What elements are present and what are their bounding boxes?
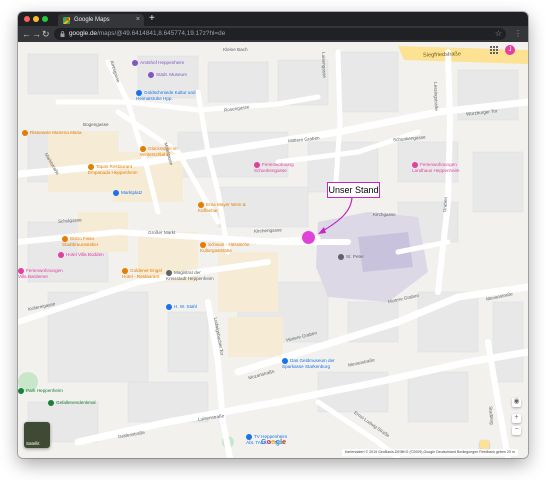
satellite-toggle-button[interactable]: Satellit [24, 422, 50, 448]
poi-marker[interactable]: Glücksspiel im Winterschlaf in [140, 146, 194, 158]
poi-marker[interactable]: St. Peter [338, 254, 364, 260]
zoom-in-button[interactable]: + [512, 414, 521, 423]
poi-marker[interactable]: Städt. Museum [148, 72, 187, 78]
poi-marker[interactable]: Ferienwohnungen Landhaus Heppenheim [412, 162, 472, 174]
stand-location-marker [302, 231, 315, 244]
poi-marker[interactable]: Marktplatz [113, 190, 142, 196]
poi-marker[interactable]: Schwan - Hessische Kulturgaststätte [200, 242, 260, 254]
poi-marker[interactable]: Amtshof Heppenheim [132, 60, 184, 66]
close-window-button[interactable] [24, 16, 30, 22]
street-label: Großer Markt [148, 230, 176, 235]
reload-button[interactable]: ↻ [42, 28, 50, 40]
poi-marker[interactable]: Goldschmiede Kultur und Heimatstube Hpp. [136, 90, 196, 102]
poi-marker[interactable]: Ristorante Mamma Maria [22, 130, 82, 136]
maps-favicon-icon [63, 16, 70, 24]
url-host: google.de [69, 30, 98, 37]
map-viewport[interactable]: Siegfriedstraße Kleine Bach Amtsgasse Ro… [18, 42, 528, 458]
poi-marker[interactable]: Hotel Villa Bodden [58, 252, 104, 258]
url-text: google.de/maps/@49.6414841,8.645774,19.1… [69, 28, 225, 40]
poi-marker[interactable]: Tapas Restaurant Empanada Heppenheim [88, 164, 148, 176]
tab-title: Google Maps [74, 17, 110, 23]
forward-button[interactable]: → [32, 28, 41, 40]
browser-window: Google Maps × + ← → ↻ google.de/maps/@49… [18, 12, 528, 458]
browser-toolbar: ← → ↻ google.de/maps/@49.6414841,8.64577… [18, 26, 528, 42]
poi-marker[interactable]: Erna Mayer Wein & Kaffeebar [198, 202, 260, 214]
bookmark-star-icon[interactable]: ☆ [495, 28, 502, 40]
satellite-label: Satellit [26, 441, 40, 446]
browser-menu-icon[interactable]: ⋮ [514, 29, 522, 39]
poi-marker[interactable]: Bistro Fisso Stadtbraurestelier [62, 236, 112, 248]
street-label: Lessingstraße [433, 82, 440, 112]
map-canvas [18, 46, 528, 458]
zoom-out-button[interactable]: − [512, 426, 521, 435]
poi-marker[interactable]: Magistrat der Kreisstadt Heppenheim [166, 270, 221, 282]
poi-marker[interactable]: Gefallenendenkmal [48, 400, 96, 406]
street-label: Kirchgasse [373, 212, 396, 217]
street-label: Kleine Bach [223, 47, 248, 52]
account-avatar[interactable]: J [505, 45, 515, 55]
compass-icon[interactable]: ◉ [512, 398, 521, 407]
minimize-window-button[interactable] [33, 16, 39, 22]
tab-google-maps[interactable]: Google Maps × [58, 14, 144, 26]
map-attribution: Kartendaten © 2019 GeoBasis-DE/BKG (©200… [341, 449, 518, 456]
lock-icon [60, 31, 65, 37]
tab-close-icon[interactable]: × [136, 15, 140, 25]
tab-strip: Google Maps × + [18, 12, 528, 26]
poi-marker[interactable]: Ferienwohnung Schunkengasse [254, 162, 306, 174]
street-label: Luisengasse [321, 52, 327, 78]
poi-marker[interactable]: Ferienwohnungen Villa Bardemer [18, 268, 68, 280]
back-button[interactable]: ← [22, 28, 31, 40]
url-path: /maps/@49.6414841,8.645774,19.17z?hl=de [97, 30, 226, 37]
annotation-unser-stand: Unser Stand [327, 182, 380, 198]
apps-grid-icon[interactable] [490, 46, 498, 54]
pegman-icon[interactable] [480, 440, 489, 449]
poi-marker[interactable]: Das Geldmuseum der Sparkasse Starkenburg [282, 358, 342, 370]
google-logo: Google [261, 439, 287, 446]
address-bar[interactable]: google.de/maps/@49.6414841,8.645774,19.1… [54, 28, 506, 40]
poi-marker[interactable]: Park Heppenheim [18, 388, 63, 394]
street-label: Bogengasse [83, 122, 109, 127]
poi-marker[interactable]: H. W. Stahl [166, 304, 197, 310]
poi-marker[interactable]: Goldener Engel Hotel - Restaurant [122, 268, 172, 280]
new-tab-button[interactable]: + [149, 13, 155, 25]
maximize-window-button[interactable] [42, 16, 48, 22]
